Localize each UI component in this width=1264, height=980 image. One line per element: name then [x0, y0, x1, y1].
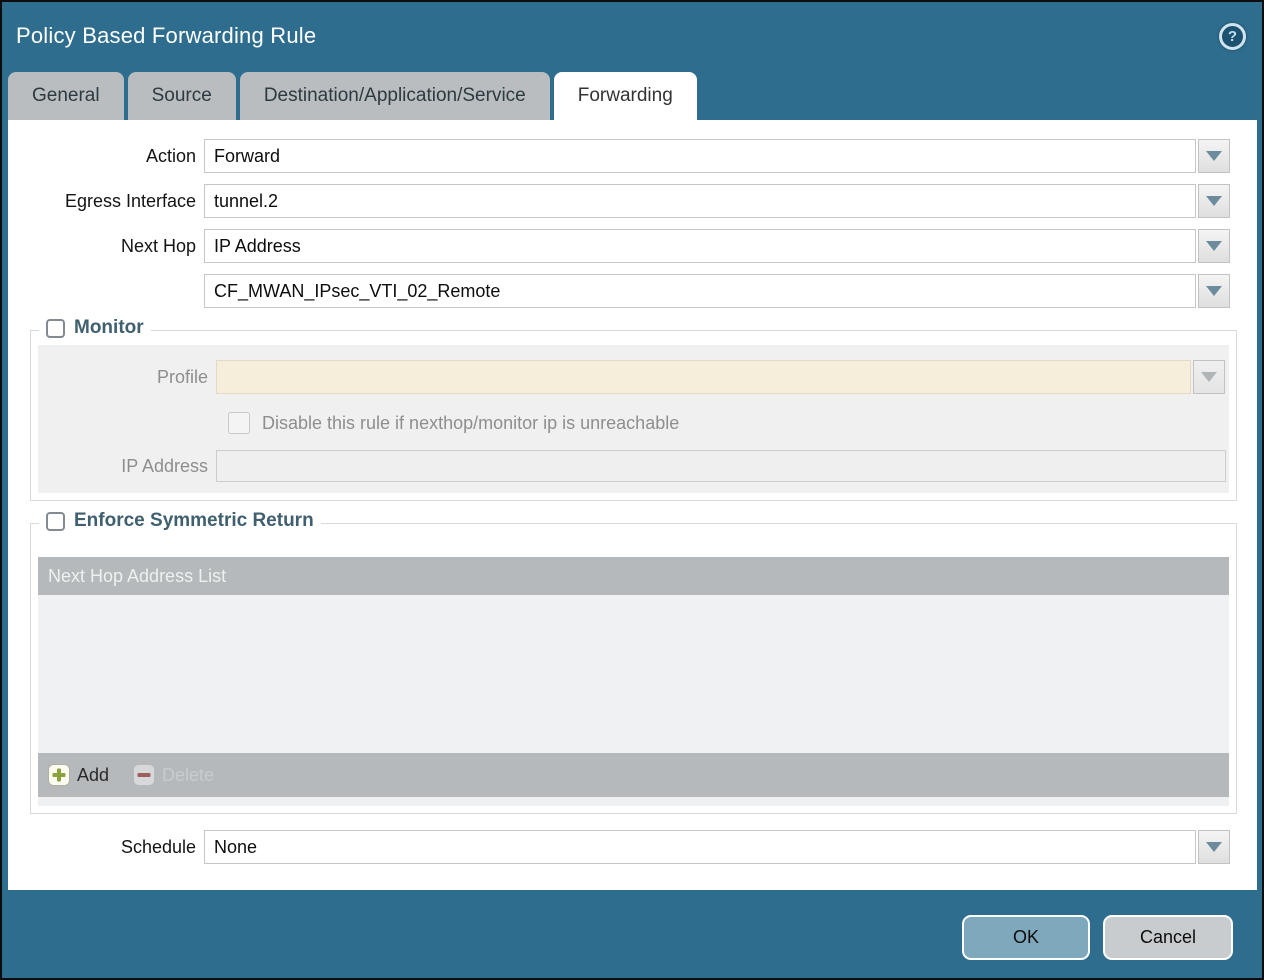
enforce-symmetric-return-fieldset: Enforce Symmetric Return Next Hop Addres… — [30, 523, 1237, 814]
next-hop-label: Next Hop — [8, 236, 204, 257]
next-hop-row: Next Hop IP Address — [8, 229, 1257, 263]
delete-button: Delete — [133, 764, 214, 786]
monitor-fieldset: Monitor Profile Disable this rule if nex… — [30, 330, 1237, 501]
table-footer: Add Delete — [38, 753, 1229, 797]
profile-select — [216, 360, 1191, 394]
dialog-footer: OK Cancel — [2, 890, 1262, 978]
profile-label: Profile — [38, 367, 216, 388]
table-scrollbar-area — [38, 797, 1229, 806]
monitor-ip-address-input — [216, 450, 1226, 482]
delete-button-label: Delete — [162, 765, 214, 786]
monitor-legend-label: Monitor — [74, 317, 144, 339]
egress-interface-combo: tunnel.2 — [204, 184, 1230, 218]
monitor-legend: Monitor — [39, 317, 151, 339]
action-label: Action — [8, 146, 204, 167]
tab-source[interactable]: Source — [128, 72, 236, 120]
next-hop-address-list-table: Next Hop Address List Add — [38, 557, 1229, 806]
add-button-label: Add — [77, 765, 109, 786]
help-icon[interactable]: ? — [1219, 23, 1246, 50]
next-hop-dropdown-button[interactable] — [1198, 229, 1230, 263]
tab-forwarding-label: Forwarding — [578, 85, 673, 107]
enforce-symmetric-return-checkbox[interactable] — [46, 512, 65, 531]
monitor-ip-address-label: IP Address — [38, 456, 216, 477]
tab-destination-application-service[interactable]: Destination/Application/Service — [240, 72, 550, 120]
monitor-checkbox[interactable] — [46, 319, 65, 338]
action-combo: Forward — [204, 139, 1230, 173]
disable-rule-label: Disable this rule if nexthop/monitor ip … — [262, 413, 679, 434]
next-hop-address-select[interactable]: CF_MWAN_IPsec_VTI_02_Remote — [204, 274, 1196, 308]
tab-forwarding[interactable]: Forwarding — [554, 72, 697, 120]
enforce-symmetric-return-legend: Enforce Symmetric Return — [39, 510, 321, 532]
add-button[interactable]: Add — [48, 764, 109, 786]
disable-rule-checkbox — [228, 412, 250, 434]
schedule-select[interactable]: None — [204, 830, 1196, 864]
profile-combo — [216, 360, 1225, 394]
egress-interface-dropdown-button[interactable] — [1198, 184, 1230, 218]
minus-icon — [133, 764, 155, 786]
policy-based-forwarding-dialog: Policy Based Forwarding Rule ? General S… — [0, 0, 1264, 980]
next-hop-address-combo: CF_MWAN_IPsec_VTI_02_Remote — [204, 274, 1230, 308]
tab-destination-application-service-label: Destination/Application/Service — [264, 85, 526, 107]
next-hop-combo: IP Address — [204, 229, 1230, 263]
profile-dropdown-button — [1193, 360, 1225, 394]
chevron-down-icon — [1206, 151, 1222, 161]
action-dropdown-button[interactable] — [1198, 139, 1230, 173]
tab-general-label: General — [32, 85, 100, 107]
help-glyph: ? — [1228, 28, 1237, 45]
table-header-next-hop-address-list: Next Hop Address List — [38, 557, 1229, 595]
dialog-title: Policy Based Forwarding Rule — [16, 23, 316, 49]
egress-interface-row: Egress Interface tunnel.2 — [8, 184, 1257, 218]
schedule-combo: None — [204, 830, 1230, 864]
table-header-label: Next Hop Address List — [48, 566, 226, 587]
schedule-label: Schedule — [8, 837, 204, 858]
action-row: Action Forward — [8, 139, 1257, 173]
ok-button[interactable]: OK — [962, 915, 1090, 960]
dialog-titlebar: Policy Based Forwarding Rule ? — [2, 2, 1262, 70]
action-select[interactable]: Forward — [204, 139, 1196, 173]
enforce-symmetric-return-legend-label: Enforce Symmetric Return — [74, 510, 314, 532]
monitor-ip-address-row: IP Address — [38, 450, 1229, 482]
schedule-dropdown-button[interactable] — [1198, 830, 1230, 864]
egress-interface-label: Egress Interface — [8, 191, 204, 212]
monitor-body: Profile Disable this rule if nexthop/mon… — [38, 345, 1229, 493]
table-body-empty[interactable] — [38, 595, 1229, 753]
next-hop-address-row: CF_MWAN_IPsec_VTI_02_Remote — [8, 274, 1257, 308]
chevron-down-icon — [1206, 241, 1222, 251]
next-hop-select[interactable]: IP Address — [204, 229, 1196, 263]
disable-rule-row: Disable this rule if nexthop/monitor ip … — [228, 412, 1229, 434]
chevron-down-icon — [1206, 842, 1222, 852]
chevron-down-icon — [1206, 196, 1222, 206]
forwarding-tab-panel: Action Forward Egress Interface tunnel.2… — [8, 120, 1257, 890]
schedule-row: Schedule None — [8, 830, 1257, 864]
cancel-button[interactable]: Cancel — [1103, 915, 1233, 960]
tab-source-label: Source — [152, 85, 212, 107]
chevron-down-icon — [1201, 372, 1217, 382]
egress-interface-select[interactable]: tunnel.2 — [204, 184, 1196, 218]
tab-general[interactable]: General — [8, 72, 124, 120]
chevron-down-icon — [1206, 286, 1222, 296]
profile-row: Profile — [38, 360, 1229, 394]
next-hop-address-dropdown-button[interactable] — [1198, 274, 1230, 308]
plus-icon — [48, 764, 70, 786]
tab-bar: General Source Destination/Application/S… — [2, 70, 1262, 120]
